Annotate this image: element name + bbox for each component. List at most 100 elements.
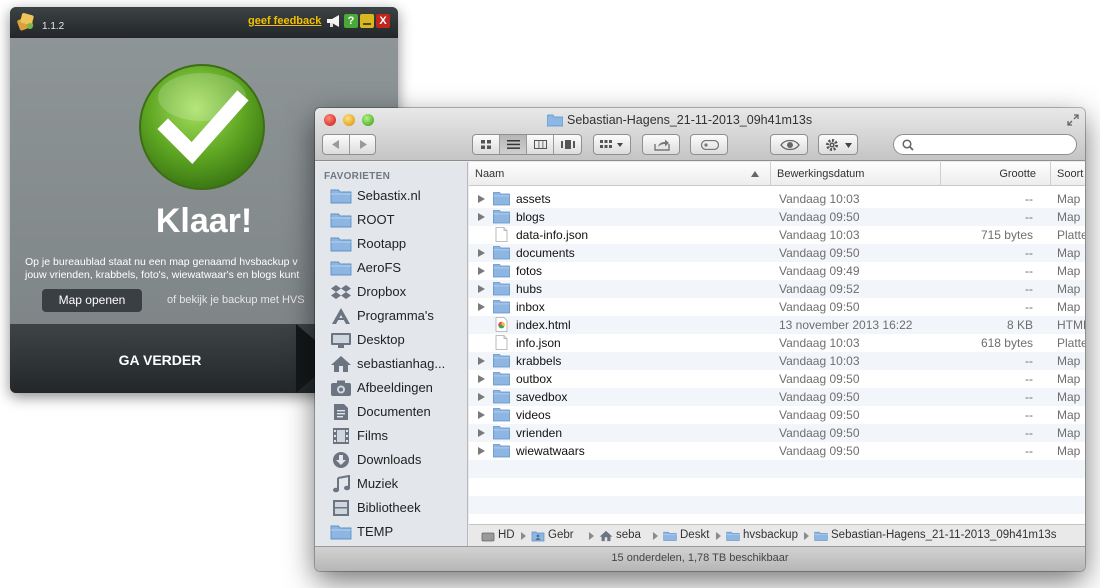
close-button[interactable]: X	[376, 14, 390, 28]
tags-button[interactable]	[690, 134, 728, 155]
disclosure-triangle-icon[interactable]	[478, 195, 485, 203]
file-row[interactable]: documents Vandaag 09:50 -- Map	[469, 244, 1085, 262]
sidebar-item[interactable]: ROOT	[315, 208, 468, 232]
sidebar-item[interactable]: Sebastix.nl	[315, 184, 468, 208]
help-button[interactable]: ?	[344, 14, 358, 28]
file-row[interactable]: videos Vandaag 09:50 -- Map	[469, 406, 1085, 424]
sidebar-item[interactable]: TEMP	[315, 520, 468, 544]
forward-icon[interactable]	[359, 140, 367, 149]
disclosure-triangle-icon[interactable]	[478, 267, 485, 275]
file-size: --	[1025, 408, 1033, 422]
back-icon[interactable]	[332, 140, 340, 149]
file-kind: Map	[1057, 192, 1081, 206]
file-date: Vandaag 09:50	[779, 300, 860, 314]
path-segment-label: HD	[498, 529, 515, 541]
share-button[interactable]	[642, 134, 680, 155]
sidebar-item[interactable]: Bibliotheek	[315, 496, 468, 520]
path-segment-label: seba	[616, 529, 641, 541]
minimize-button[interactable]	[360, 14, 374, 28]
disclosure-triangle-icon[interactable]	[478, 213, 485, 221]
file-row[interactable]: data-info.json Vandaag 10:03 715 bytes Plat…	[469, 226, 1085, 244]
file-row[interactable]: wiewatwaars Vandaag 09:50 -- Map	[469, 442, 1085, 460]
sidebar-item-label: Muziek	[357, 476, 399, 491]
sidebar-item[interactable]: Films	[315, 424, 468, 448]
file-kind: Map	[1057, 246, 1081, 260]
disclosure-triangle-icon[interactable]	[478, 447, 485, 455]
window-close-button[interactable]	[324, 114, 336, 126]
disclosure-triangle-icon[interactable]	[478, 429, 485, 437]
disclosure-triangle-icon[interactable]	[478, 411, 485, 419]
view-backup-link[interactable]: of bekijk je backup met HVS	[167, 294, 305, 306]
disclosure-triangle-icon[interactable]	[478, 375, 485, 383]
folder-icon	[330, 189, 352, 204]
film-icon	[333, 428, 349, 444]
view-mode-control[interactable]	[472, 134, 582, 155]
column-view-icon	[534, 140, 547, 149]
megaphone-icon[interactable]	[326, 14, 342, 28]
list-view-button[interactable]	[500, 135, 527, 154]
open-map-button[interactable]: Map openen	[42, 289, 142, 312]
documents-icon	[334, 404, 348, 420]
empty-row	[469, 460, 1085, 478]
column-header-name[interactable]: Naam	[469, 162, 771, 186]
file-row[interactable]: inbox Vandaag 09:50 -- Map	[469, 298, 1085, 316]
file-row[interactable]: blogs Vandaag 09:50 -- Map	[469, 208, 1085, 226]
gear-icon	[826, 139, 838, 151]
column-header-size[interactable]: Grootte	[941, 162, 1051, 186]
feedback-link[interactable]: geef feedback	[248, 15, 321, 27]
file-row[interactable]: krabbels Vandaag 10:03 -- Map	[469, 352, 1085, 370]
sidebar-item[interactable]: Rootapp	[315, 232, 468, 256]
file-date: Vandaag 09:50	[779, 246, 860, 260]
sidebar: FAVORIETEN Sebastix.nl ROOT Rootapp AeroFS D…	[315, 162, 468, 546]
column-header-kind[interactable]: Soort	[1051, 162, 1085, 186]
file-size: --	[1025, 282, 1033, 296]
home-icon	[599, 530, 613, 542]
disclosure-triangle-icon[interactable]	[478, 303, 485, 311]
icon-view-button[interactable]	[473, 135, 500, 154]
disclosure-triangle-icon[interactable]	[478, 249, 485, 257]
coverflow-view-button[interactable]	[554, 135, 581, 154]
file-row[interactable]: savedbox Vandaag 09:50 -- Map	[469, 388, 1085, 406]
file-row[interactable]: info.json Vandaag 10:03 618 bytes Platte	[469, 334, 1085, 352]
library-icon	[333, 500, 349, 516]
disclosure-triangle-icon[interactable]	[478, 285, 485, 293]
path-separator-icon	[716, 532, 721, 540]
sidebar-item[interactable]: Muziek	[315, 472, 468, 496]
search-field[interactable]	[893, 134, 1077, 155]
column-view-button[interactable]	[527, 135, 554, 154]
disclosure-triangle-icon[interactable]	[478, 393, 485, 401]
file-row[interactable]: index.html 13 november 2013 16:22 8 KB HTML	[469, 316, 1085, 334]
icon-view-icon	[481, 140, 491, 149]
file-kind: Map	[1057, 408, 1081, 422]
app-title-bar: 1.1.2 geef feedback ? X	[10, 7, 398, 38]
continue-button[interactable]: GA VERDER	[10, 352, 310, 368]
column-header-date[interactable]: Bewerkingsdatum	[771, 162, 941, 186]
sidebar-item[interactable]: Afbeeldingen	[315, 376, 468, 400]
sidebar-item[interactable]: Desktop	[315, 328, 468, 352]
fullscreen-icon[interactable]	[1067, 114, 1079, 126]
file-name: info.json	[516, 336, 561, 350]
file-size: 618 bytes	[980, 336, 1033, 350]
sidebar-item-label: Bibliotheek	[357, 500, 421, 515]
sidebar-item[interactable]: Dropbox	[315, 280, 468, 304]
sidebar-item[interactable]: Programma's	[315, 304, 468, 328]
window-zoom-button[interactable]	[362, 114, 374, 126]
file-row[interactable]: outbox Vandaag 09:50 -- Map	[469, 370, 1085, 388]
file-row[interactable]: fotos Vandaag 09:49 -- Map	[469, 262, 1085, 280]
disclosure-triangle-icon[interactable]	[478, 357, 485, 365]
file-row[interactable]: vrienden Vandaag 09:50 -- Map	[469, 424, 1085, 442]
file-date: Vandaag 09:50	[779, 408, 860, 422]
arrange-button[interactable]	[593, 134, 631, 155]
file-row[interactable]: assets Vandaag 10:03 -- Map	[469, 190, 1085, 208]
window-minimize-button[interactable]	[343, 114, 355, 126]
file-name: inbox	[516, 300, 545, 314]
sidebar-item[interactable]: AeroFS	[315, 256, 468, 280]
quick-look-button[interactable]	[770, 134, 808, 155]
sidebar-item[interactable]: Downloads	[315, 448, 468, 472]
folder-icon	[493, 246, 510, 260]
sidebar-item[interactable]: Documenten	[315, 400, 468, 424]
sidebar-item[interactable]: sebastianhag...	[315, 352, 468, 376]
back-forward-control[interactable]	[322, 134, 376, 155]
file-row[interactable]: hubs Vandaag 09:52 -- Map	[469, 280, 1085, 298]
action-button[interactable]	[818, 134, 858, 155]
